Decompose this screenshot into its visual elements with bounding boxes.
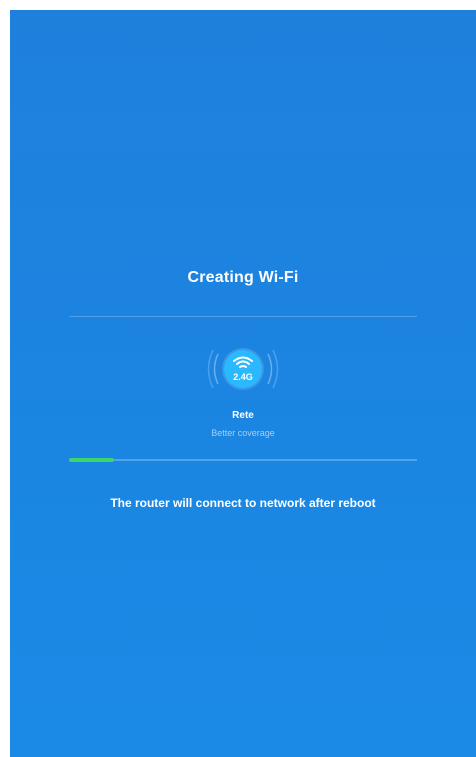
status-message: The router will connect to network after… — [110, 496, 376, 510]
network-subtitle: Better coverage — [211, 428, 275, 438]
wifi-status: 2.4G — [203, 346, 283, 400]
progress-fill — [69, 458, 115, 462]
page-title: Creating Wi-Fi — [187, 269, 299, 286]
band-label: 2.4G — [233, 372, 253, 382]
progress-bar — [69, 458, 417, 462]
wifi-setup-screen: Creating Wi-Fi 2.4G Rete Better coverage… — [10, 10, 476, 757]
wifi-badge: 2.4G — [224, 350, 262, 388]
wifi-icon — [233, 356, 253, 368]
network-name: Rete — [232, 410, 254, 421]
divider — [69, 316, 417, 317]
